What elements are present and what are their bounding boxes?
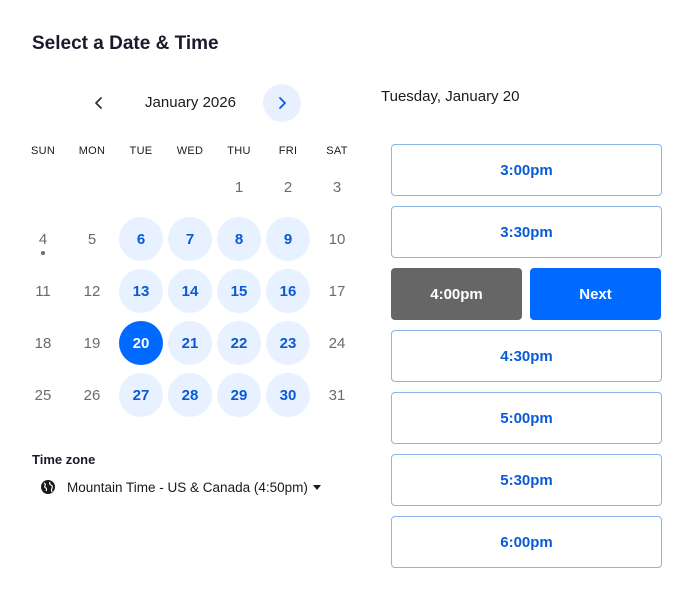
calendar-day-14[interactable]: 14 — [168, 269, 212, 313]
scheduler-page: Select a Date & Time January 2026 SUN MON… — [0, 0, 688, 594]
weekday-mon: MON — [78, 145, 106, 157]
month-navigation: January 2026 — [80, 84, 302, 122]
calendar-day-label: 1 — [234, 178, 244, 196]
calendar-day-2: 2 — [266, 165, 310, 209]
calendar-day-label: 16 — [279, 282, 297, 300]
time-slot[interactable]: 6:00pm — [391, 516, 662, 568]
calendar-day-18: 18 — [21, 321, 65, 365]
calendar-day-label: 11 — [35, 282, 51, 300]
calendar-day-16[interactable]: 16 — [266, 269, 310, 313]
calendar-day-30[interactable]: 30 — [266, 373, 310, 417]
time-slot[interactable]: 5:30pm — [391, 454, 662, 506]
calendar-day-label: 15 — [230, 282, 248, 300]
calendar-day-label: 6 — [136, 230, 146, 248]
page-title: Select a Date & Time — [32, 33, 219, 54]
weekday-tue: TUE — [129, 145, 153, 157]
time-slot[interactable]: 3:00pm — [391, 144, 662, 196]
calendar-day-11: 11 — [21, 269, 65, 313]
calendar-day-19: 19 — [70, 321, 114, 365]
calendar-day-label: 13 — [132, 282, 150, 300]
calendar-day-label: 7 — [185, 230, 195, 248]
calendar-day-label: 14 — [181, 282, 199, 300]
calendar-day-28[interactable]: 28 — [168, 373, 212, 417]
next-month-button[interactable] — [263, 84, 301, 122]
calendar-day-12: 12 — [70, 269, 114, 313]
calendar-day-13[interactable]: 13 — [119, 269, 163, 313]
calendar-day-label: 26 — [83, 386, 101, 404]
weekday-fri: FRI — [278, 145, 298, 157]
selected-date-heading: Tuesday, January 20 — [381, 88, 520, 105]
calendar-day-21[interactable]: 21 — [168, 321, 212, 365]
calendar-day-label: 9 — [283, 230, 293, 248]
calendar-day-label: 20 — [132, 334, 150, 352]
calendar-day-label: 27 — [132, 386, 150, 404]
calendar-day-label: 2 — [283, 178, 293, 196]
calendar-day-24: 24 — [315, 321, 359, 365]
timezone-value: Mountain Time - US & Canada (4:50pm) — [67, 479, 308, 495]
calendar-day-label: 28 — [181, 386, 199, 404]
calendar-day-label: 21 — [181, 334, 199, 352]
today-indicator — [41, 251, 45, 255]
calendar-day-label: 4 — [38, 230, 48, 248]
calendar-day-label: 10 — [328, 230, 346, 248]
calendar-day-label: 17 — [328, 282, 346, 300]
calendar-day-15[interactable]: 15 — [217, 269, 261, 313]
calendar-day-label: 5 — [87, 230, 97, 248]
calendar-day-5: 5 — [70, 217, 114, 261]
calendar-day-label: 30 — [279, 386, 297, 404]
calendar-day-1: 1 — [217, 165, 261, 209]
month-label: January 2026 — [145, 94, 236, 111]
previous-month-button[interactable] — [80, 84, 118, 122]
next-button[interactable]: Next — [530, 268, 661, 320]
calendar-day-17: 17 — [315, 269, 359, 313]
calendar-day-29[interactable]: 29 — [217, 373, 261, 417]
calendar-day-label: 3 — [332, 178, 342, 196]
weekday-sat: SAT — [326, 145, 348, 157]
calendar-day-20[interactable]: 20 — [119, 321, 163, 365]
timezone-label: Time zone — [32, 452, 96, 467]
time-slot[interactable]: 4:30pm — [391, 330, 662, 382]
time-slot-selected[interactable]: 4:00pm — [391, 268, 522, 320]
calendar-day-6[interactable]: 6 — [119, 217, 163, 261]
chevron-right-icon — [279, 97, 286, 109]
calendar-day-label: 19 — [83, 334, 101, 352]
calendar-day-9[interactable]: 9 — [266, 217, 310, 261]
calendar-day-22[interactable]: 22 — [217, 321, 261, 365]
calendar-day-8[interactable]: 8 — [217, 217, 261, 261]
calendar-day-label: 31 — [328, 386, 346, 404]
calendar-day-label: 8 — [234, 230, 244, 248]
time-slot[interactable]: 3:30pm — [391, 206, 662, 258]
calendar-day-7[interactable]: 7 — [168, 217, 212, 261]
chevron-left-icon — [95, 97, 102, 109]
calendar-day-4: 4 — [21, 217, 65, 261]
calendar-day-label: 18 — [34, 334, 52, 352]
calendar-day-label: 29 — [230, 386, 248, 404]
calendar-day-label: 22 — [230, 334, 248, 352]
weekday-thu: THU — [227, 145, 251, 157]
calendar-day-25: 25 — [21, 373, 65, 417]
calendar-day-31: 31 — [315, 373, 359, 417]
globe-icon — [41, 480, 55, 494]
caret-down-icon — [312, 484, 321, 490]
calendar-day-26: 26 — [70, 373, 114, 417]
calendar-day-27[interactable]: 27 — [119, 373, 163, 417]
calendar-day-label: 25 — [34, 386, 52, 404]
timezone-select[interactable]: Mountain Time - US & Canada (4:50pm) — [40, 476, 321, 498]
weekday-wed: WED — [176, 145, 204, 157]
calendar-day-3: 3 — [315, 165, 359, 209]
calendar-day-23[interactable]: 23 — [266, 321, 310, 365]
calendar-day-label: 12 — [83, 282, 101, 300]
weekday-sun: SUN — [30, 145, 56, 157]
calendar-day-label: 23 — [279, 334, 297, 352]
calendar-day-10: 10 — [315, 217, 359, 261]
calendar-day-label: 24 — [328, 334, 346, 352]
time-slot[interactable]: 5:00pm — [391, 392, 662, 444]
